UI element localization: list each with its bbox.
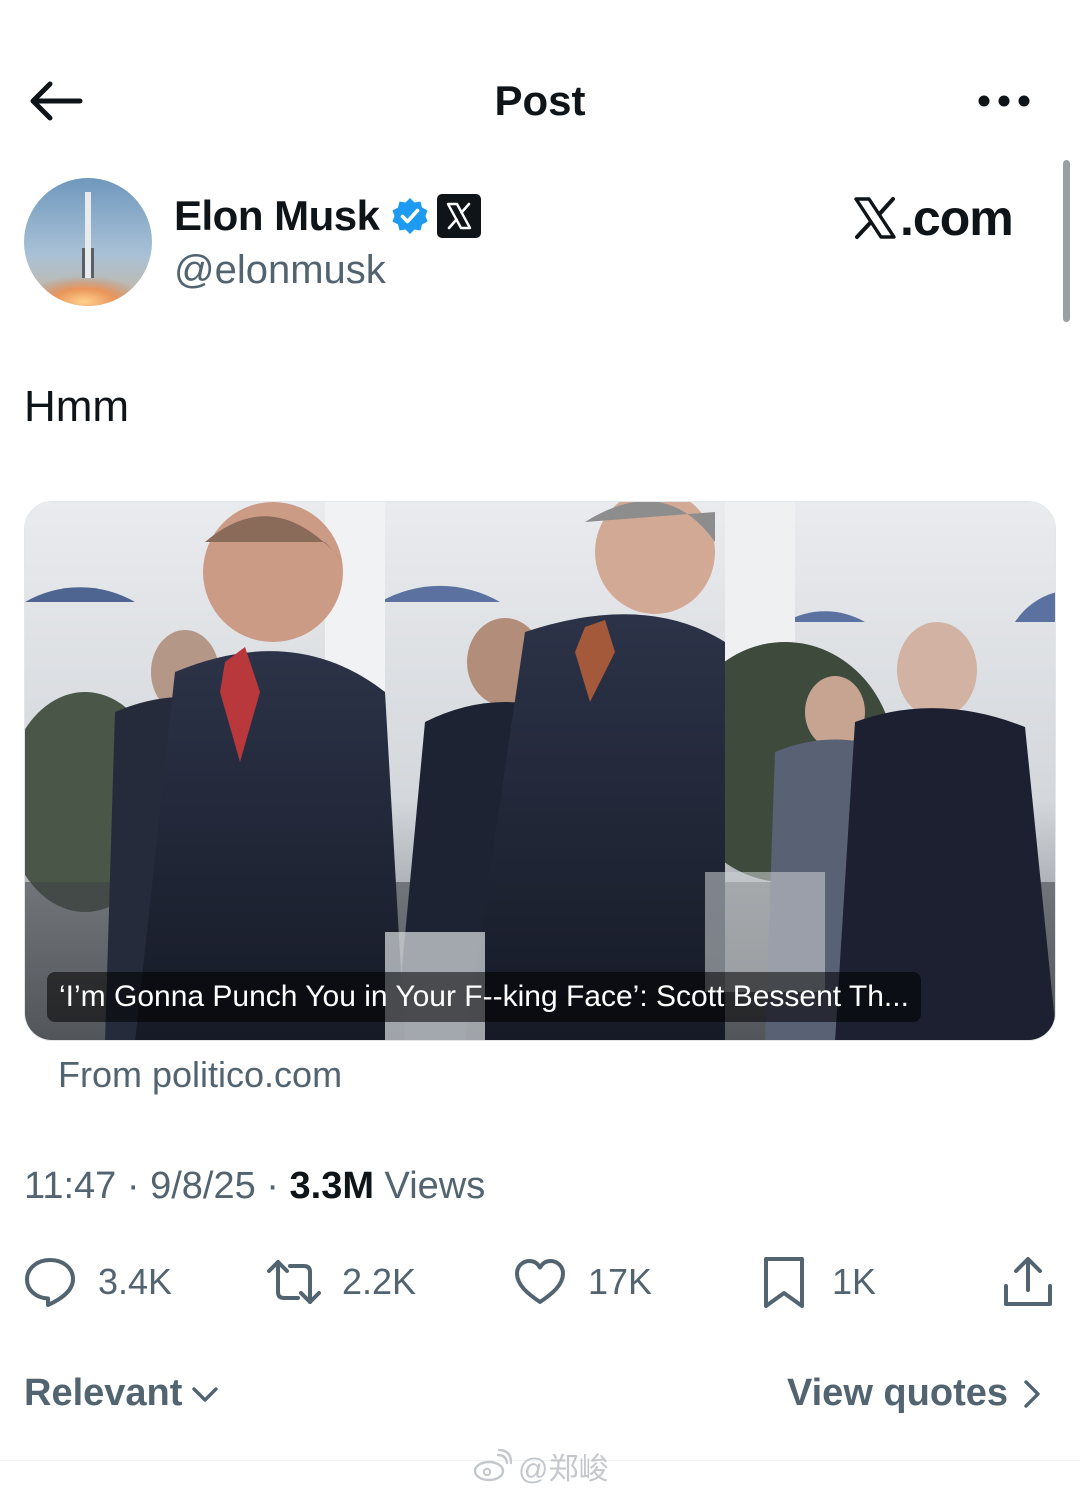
views-count: 3.3M <box>289 1165 374 1207</box>
repost-icon <box>267 1260 321 1304</box>
views-label: Views <box>384 1165 486 1207</box>
author-name-row: Elon Musk <box>174 190 482 242</box>
more-horizontal-icon <box>978 95 1030 107</box>
x-com-wordmark: .com <box>852 190 1014 246</box>
view-quotes-label: View quotes <box>786 1372 1008 1414</box>
view-quotes-link[interactable]: View quotes <box>787 1372 1048 1415</box>
share-icon <box>1004 1257 1052 1306</box>
bookmark-count: 1K <box>832 1261 877 1302</box>
sort-label: Relevant <box>24 1372 183 1414</box>
repost-button[interactable]: 2.2K <box>266 1250 416 1314</box>
article-photo <box>25 502 1055 1040</box>
like-count: 17K <box>588 1261 653 1302</box>
post-date[interactable]: 9/8/25 <box>150 1165 256 1207</box>
verified-badge-icon <box>392 198 428 234</box>
post-time[interactable]: 11:47 <box>24 1165 116 1207</box>
bookmark-button[interactable]: 1K <box>756 1250 876 1314</box>
author-handle[interactable]: @elonmusk <box>174 248 386 293</box>
meta-separator: · <box>126 1165 140 1207</box>
scrollbar[interactable] <box>1063 160 1070 322</box>
repost-count: 2.2K <box>342 1261 417 1302</box>
page-title: Post <box>494 77 586 124</box>
reply-bubble-icon <box>25 1258 75 1307</box>
link-preview-card[interactable]: ‘I’m Gonna Punch You in Your F--king Fac… <box>24 501 1056 1041</box>
watermark-text: @郑峻 <box>518 1453 609 1486</box>
top-bar: Post <box>0 50 1080 150</box>
weibo-watermark: @郑峻 <box>472 1444 608 1488</box>
x-logo-icon <box>854 197 896 239</box>
chevron-right-icon <box>1024 1379 1040 1408</box>
link-source[interactable]: From politico.com <box>58 1054 342 1096</box>
chevron-down-icon <box>192 1386 219 1402</box>
link-card-caption: ‘I’m Gonna Punch You in Your F--king Fac… <box>47 972 921 1022</box>
action-bar: 3.4K 2.2K 17K 1K <box>0 1250 1080 1314</box>
weibo-logo-icon <box>473 1449 512 1482</box>
bookmark-icon <box>764 1257 804 1308</box>
meta-separator: · <box>266 1165 279 1207</box>
author-name[interactable]: Elon Musk <box>174 192 380 240</box>
like-button[interactable]: 17K <box>512 1250 652 1314</box>
more-options-button[interactable] <box>976 86 1032 116</box>
wordmark-text: .com <box>900 190 1014 246</box>
post-meta: 11:47 · 9/8/25 · 3.3M Views <box>24 1165 485 1208</box>
heart-icon <box>515 1259 565 1304</box>
reply-count: 3.4K <box>98 1261 173 1302</box>
x-affiliate-badge-icon <box>436 194 481 238</box>
reply-button[interactable]: 3.4K <box>22 1250 172 1314</box>
sort-relevant-dropdown[interactable]: Relevant <box>24 1372 222 1415</box>
post-text: Hmm <box>24 382 130 431</box>
avatar[interactable] <box>24 178 152 306</box>
share-button[interactable] <box>1000 1250 1056 1314</box>
